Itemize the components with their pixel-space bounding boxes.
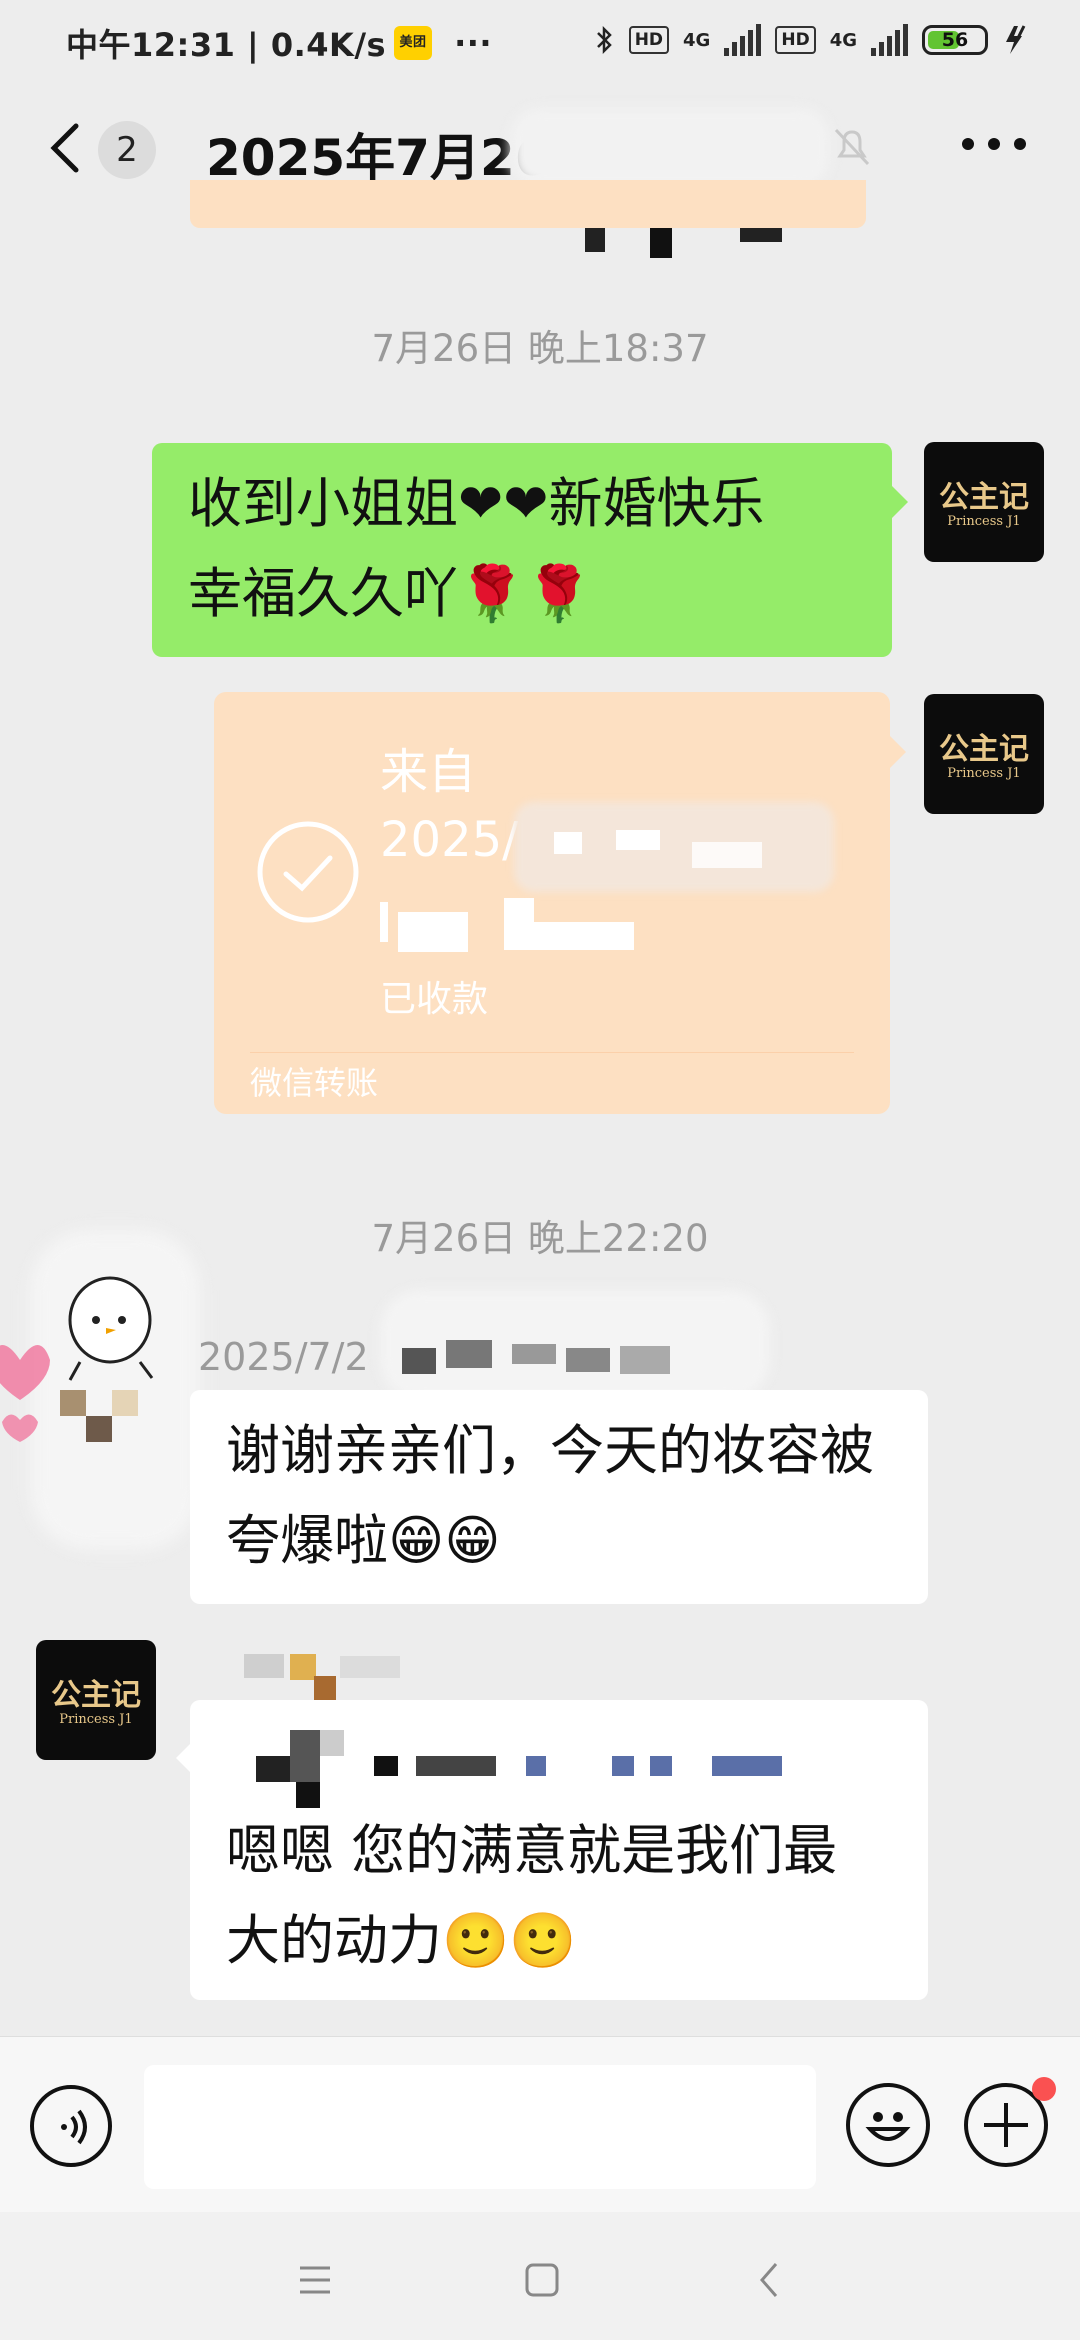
- redaction-block: [380, 902, 388, 942]
- redaction-block: [712, 1756, 782, 1776]
- bubble-tail: [892, 486, 908, 518]
- redaction-block: [398, 912, 468, 952]
- plus-icon: [984, 2103, 1028, 2147]
- message-text-line: 大的动力🙂🙂: [226, 1909, 577, 1972]
- home-icon[interactable]: [524, 2262, 560, 2298]
- cartoon-face-icon: [68, 1276, 154, 1381]
- redaction-block: [86, 1416, 112, 1442]
- redaction-block: [692, 842, 762, 868]
- redaction-block: [290, 1654, 316, 1680]
- input-bar: [0, 2036, 1080, 2212]
- redaction-block: [620, 1346, 670, 1374]
- redaction-block: [566, 1348, 610, 1372]
- timestamp-1: 7月26日 晚上18:37: [371, 327, 709, 370]
- back-nav-icon[interactable]: [754, 2260, 784, 2300]
- redaction-block: [290, 1730, 320, 1782]
- redaction-block: [446, 1340, 492, 1368]
- redaction-block: [314, 1676, 336, 1700]
- avatar-logo-cn: 公主记: [51, 1678, 141, 1713]
- shop-avatar[interactable]: 公主记 Princess J1: [36, 1640, 156, 1760]
- redaction-block: [320, 1730, 344, 1756]
- message-input[interactable]: [144, 2065, 816, 2189]
- my-avatar[interactable]: 公主记 Princess J1: [924, 694, 1044, 814]
- transfer-status: 已收款: [380, 979, 489, 1020]
- network-type-1: 4G: [683, 29, 711, 51]
- status-bar: 中午12:31 | 0.4K/s 美团 ··· HD 4G HD 4G 56: [0, 0, 1080, 88]
- message-text-line: 夸爆啦😁😁: [226, 1509, 501, 1572]
- unread-count-badge[interactable]: 2: [98, 121, 156, 179]
- redaction-block: [416, 1756, 496, 1776]
- more-notifications-icon: ···: [454, 24, 493, 62]
- battery-level: 56: [941, 29, 969, 51]
- signal-icon-1: [724, 24, 762, 56]
- back-arrow-icon[interactable]: [40, 118, 96, 178]
- system-nav-bar: [0, 2212, 1080, 2340]
- hd-badge-1: HD: [628, 26, 670, 54]
- redaction-block: [504, 898, 534, 922]
- signal-icon-2: [871, 24, 908, 56]
- notification-dot: [1032, 2077, 1056, 2101]
- status-indicators: HD 4G HD 4G 56: [595, 24, 1030, 56]
- quoted-reply-redacted: [226, 1730, 886, 1810]
- avatar-logo-en: Princess J1: [947, 766, 1021, 781]
- redaction-block: [512, 1344, 556, 1364]
- status-time: 中午12:31 | 0.4K/s: [66, 26, 387, 64]
- redaction-block: [504, 922, 634, 950]
- transfer-divider: [250, 1052, 854, 1053]
- mute-bell-icon: [834, 128, 870, 166]
- redaction-block: [612, 1756, 634, 1776]
- incoming-message-2[interactable]: 谢谢亲亲们，今天的妆容被 夸爆啦😁😁: [190, 1390, 928, 1604]
- avatar-logo-cn: 公主记: [939, 732, 1029, 767]
- voice-wave-icon: [61, 2109, 87, 2145]
- redaction-block: [374, 1756, 398, 1776]
- avatar-logo-cn: 公主记: [939, 480, 1029, 515]
- redaction-block: [340, 1656, 400, 1678]
- previous-message-card: [190, 180, 866, 228]
- menu-icon[interactable]: [298, 2264, 332, 2296]
- transfer-title: 2025/: [380, 812, 519, 868]
- redaction-block: [256, 1756, 290, 1782]
- customer-avatar[interactable]: [0, 1230, 200, 1550]
- sender-name-redaction: [380, 1290, 770, 1400]
- redaction-block: [616, 830, 660, 850]
- incoming-message-3[interactable]: 嗯嗯 您的满意就是我们最 大的动力🙂🙂: [190, 1700, 928, 2000]
- outgoing-message-1[interactable]: 收到小姐姐❤❤新婚快乐 幸福久久吖🌹🌹: [152, 443, 892, 657]
- redaction-block: [554, 832, 582, 854]
- message-text-line: 收到小姐姐❤❤新婚快乐: [188, 472, 765, 535]
- bubble-tail: [890, 736, 906, 768]
- emoji-button[interactable]: [846, 2083, 930, 2167]
- hd-badge-2: HD: [775, 26, 816, 54]
- redaction-block: [112, 1390, 138, 1416]
- avatar-logo-en: Princess J1: [947, 514, 1021, 529]
- title-redaction: [510, 108, 830, 188]
- redaction-block: [296, 1782, 320, 1808]
- transfer-from-label: 来自: [380, 744, 477, 800]
- meituan-app-icon: 美团: [394, 26, 433, 60]
- message-body: 嗯嗯 您的满意就是我们最 大的动力🙂🙂: [226, 1806, 837, 1986]
- more-options-icon[interactable]: [962, 138, 1026, 154]
- message-text-line: 嗯嗯 您的满意就是我们最: [226, 1819, 838, 1882]
- redaction-block: [526, 1756, 546, 1776]
- battery-icon: 56: [922, 25, 988, 55]
- charging-icon: [1006, 25, 1026, 54]
- redaction-block: [650, 1756, 672, 1776]
- message-text-line: 谢谢亲亲们，今天的妆容被: [226, 1419, 874, 1482]
- redaction-block: [244, 1654, 284, 1678]
- status-time-speed: 中午12:31 | 0.4K/s 美团 ···: [66, 20, 492, 66]
- check-circle-icon: [257, 821, 359, 923]
- smiley-icon: [865, 2112, 911, 2141]
- my-avatar[interactable]: 公主记 Princess J1: [924, 442, 1044, 562]
- heart-icon: [0, 1345, 50, 1442]
- redaction-block: [60, 1390, 86, 1416]
- avatar-logo-en: Princess J1: [59, 1712, 133, 1727]
- sender-name: 2025/7/2: [198, 1335, 369, 1379]
- network-type-2: 4G: [829, 29, 857, 51]
- transfer-footer: 微信转账: [250, 1064, 379, 1102]
- message-text-line: 幸福久久吖🌹🌹: [188, 562, 593, 625]
- bluetooth-icon: [596, 25, 612, 55]
- redaction-block: [402, 1348, 436, 1374]
- transfer-card[interactable]: 来自 2025/ 已收款 微信转账: [214, 692, 890, 1114]
- voice-input-button[interactable]: [30, 2085, 112, 2167]
